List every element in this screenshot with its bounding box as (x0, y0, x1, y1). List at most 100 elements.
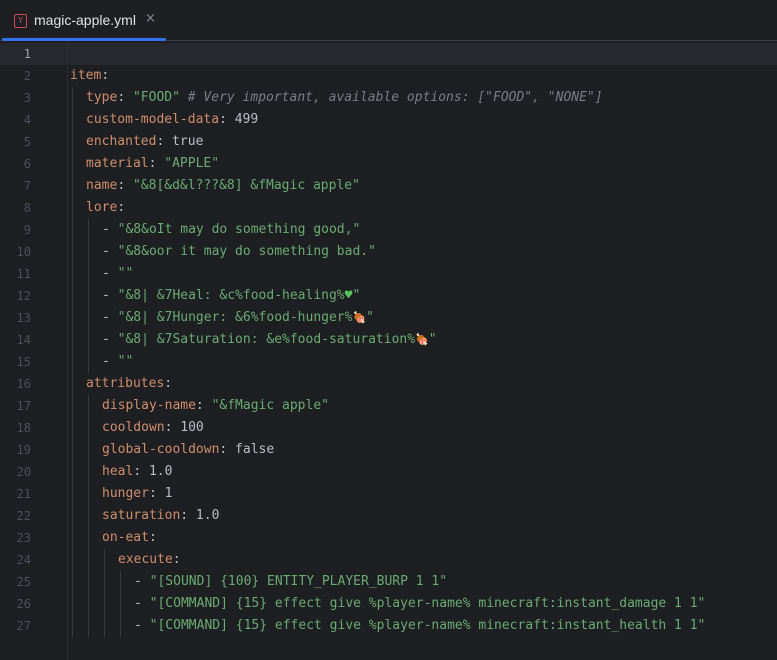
code-line[interactable]: 7 name: "&8[&d&l???&8] &fMagic apple" (0, 175, 777, 197)
line-number: 27 (16, 619, 31, 633)
code-line[interactable]: 3 type: "FOOD" # Very important, availabl… (0, 87, 777, 109)
yaml-text: : (172, 552, 181, 567)
line-number: 6 (23, 157, 31, 171)
yaml-string: "[COMMAND] {15} effect give %player-name… (149, 596, 706, 611)
line-code: - "&8| &7Heal: &c%food-healing%♥" (102, 285, 360, 307)
yaml-text: : 100 (164, 420, 204, 435)
code-line[interactable]: 4 custom-model-data: 499 (0, 109, 777, 131)
line-number: 25 (16, 575, 31, 589)
line-number: 2 (23, 69, 31, 83)
line-code: - "&8&oIt may do something good," (102, 219, 360, 241)
line-code: saturation: 1.0 (102, 505, 219, 527)
code-line[interactable]: 14 - "&8| &7Saturation: &e%food-saturatio… (0, 329, 777, 351)
line-code: name: "&8[&d&l???&8] &fMagic apple" (86, 175, 360, 197)
active-tab-indicator (2, 38, 166, 41)
line-number: 13 (16, 311, 31, 325)
yaml-text: : true (156, 134, 204, 149)
code-line[interactable]: 20 heal: 1.0 (0, 461, 777, 483)
code-line[interactable]: 5 enchanted: true (0, 131, 777, 153)
line-code: - "&8| &7Hunger: &6%food-hunger%🍖" (102, 307, 374, 329)
code-line[interactable]: 10 - "&8&oor it may do something bad." (0, 241, 777, 263)
yaml-key: saturation (102, 508, 181, 523)
line-number: 24 (16, 553, 31, 567)
yaml-string: "&8[&d&l???&8] &fMagic apple" (132, 178, 360, 193)
line-code: global-cooldown: false (102, 439, 274, 461)
code-line[interactable]: 19 global-cooldown: false (0, 439, 777, 461)
line-code: type: "FOOD" # Very important, available… (86, 87, 603, 109)
line-number: 3 (23, 91, 31, 105)
yaml-key: execute (118, 552, 173, 567)
yaml-text: : (195, 398, 212, 413)
yaml-text: : false (219, 442, 275, 457)
yaml-file-icon: Y (14, 14, 27, 28)
line-code: - "" (102, 351, 133, 373)
line-number: 4 (23, 113, 31, 127)
line-number: 20 (16, 465, 31, 479)
yaml-string: "" (117, 266, 134, 281)
line-code: custom-model-data: 499 (86, 109, 258, 131)
code-line[interactable]: 18 cooldown: 100 (0, 417, 777, 439)
code-line[interactable]: 26 - "[COMMAND] {15} effect give %player-… (0, 593, 777, 615)
yaml-text: : (101, 68, 110, 83)
yaml-string: "&8| &7Saturation: &e%food-saturation% (117, 332, 416, 347)
code-line[interactable]: 24 execute: (0, 549, 777, 571)
tab-magic-apple-yml[interactable]: Y magic-apple.yml × (0, 0, 166, 41)
code-line[interactable]: 1 (0, 43, 777, 65)
line-code: - "[COMMAND] {15} effect give %player-na… (134, 615, 705, 637)
code-line[interactable]: 9 - "&8&oIt may do something good," (0, 219, 777, 241)
yaml-key: display-name (102, 398, 196, 413)
line-number: 22 (16, 509, 31, 523)
line-number: 11 (16, 267, 31, 281)
line-code: enchanted: true (86, 131, 203, 153)
line-number: 5 (23, 135, 31, 149)
yaml-string: " (428, 332, 437, 347)
code-line[interactable]: 16 attributes: (0, 373, 777, 395)
line-number: 9 (23, 223, 31, 237)
line-code: lore: (86, 197, 125, 219)
code-line[interactable]: 8 lore: (0, 197, 777, 219)
yaml-string: "&8| &7Heal: &c%food-healing% (117, 288, 345, 303)
yaml-string: "[COMMAND] {15} effect give %player-name… (149, 618, 706, 633)
code-line[interactable]: 23 on-eat: (0, 527, 777, 549)
code-line[interactable]: 11 - "" (0, 263, 777, 285)
code-line[interactable]: 15 - "" (0, 351, 777, 373)
line-code: on-eat: (102, 527, 157, 549)
code-line[interactable]: 22 saturation: 1.0 (0, 505, 777, 527)
yaml-string: "[SOUND] {100} ENTITY_PLAYER_BURP 1 1" (149, 574, 448, 589)
code-line[interactable]: 12 - "&8| &7Heal: &c%food-healing%♥" (0, 285, 777, 307)
line-code: - "" (102, 263, 133, 285)
yaml-comment: # Very important, available options: ["F… (179, 90, 603, 105)
line-code: - "[COMMAND] {15} effect give %player-na… (134, 593, 705, 615)
yaml-key: attributes (86, 376, 165, 391)
code-line[interactable]: 17 display-name: "&fMagic apple" (0, 395, 777, 417)
yaml-string: " (352, 288, 361, 303)
yaml-key: cooldown (102, 420, 165, 435)
yaml-text: : (148, 156, 165, 171)
line-number: 19 (16, 443, 31, 457)
yaml-string: "&fMagic apple" (211, 398, 329, 413)
close-tab-icon[interactable]: × (145, 11, 156, 26)
code-line[interactable]: 13 - "&8| &7Hunger: &6%food-hunger%🍖" (0, 307, 777, 329)
line-code: - "&8&oor it may do something bad." (102, 241, 376, 263)
line-number: 18 (16, 421, 31, 435)
code-line[interactable]: 25 - "[SOUND] {100} ENTITY_PLAYER_BURP 1 … (0, 571, 777, 593)
yaml-string: "&8| &7Hunger: &6%food-hunger% (117, 310, 353, 325)
line-code: cooldown: 100 (102, 417, 204, 439)
code-line[interactable]: 21 hunger: 1 (0, 483, 777, 505)
meat-emoji-icon: 🍖 (415, 333, 429, 346)
yaml-key: hunger (102, 486, 149, 501)
code-line[interactable]: 27 - "[COMMAND] {15} effect give %player-… (0, 615, 777, 637)
code-line[interactable]: 6 material: "APPLE" (0, 153, 777, 175)
tab-filename: magic-apple.yml (34, 12, 136, 28)
code-editor[interactable]: 1 2 item: 3 type: "FOOD" # Very important, a… (0, 42, 777, 660)
code-line[interactable]: 2 item: (0, 65, 777, 87)
yaml-string: "" (117, 354, 134, 369)
yaml-string: "&8&oIt may do something good," (117, 222, 361, 237)
line-number: 8 (23, 201, 31, 215)
yaml-text: : (117, 200, 126, 215)
yaml-string: "&8&oor it may do something bad." (117, 244, 376, 259)
yaml-string: " (366, 310, 374, 325)
line-code: item: (70, 65, 109, 87)
yaml-key: custom-model-data (86, 112, 220, 127)
yaml-text: - (134, 596, 150, 611)
